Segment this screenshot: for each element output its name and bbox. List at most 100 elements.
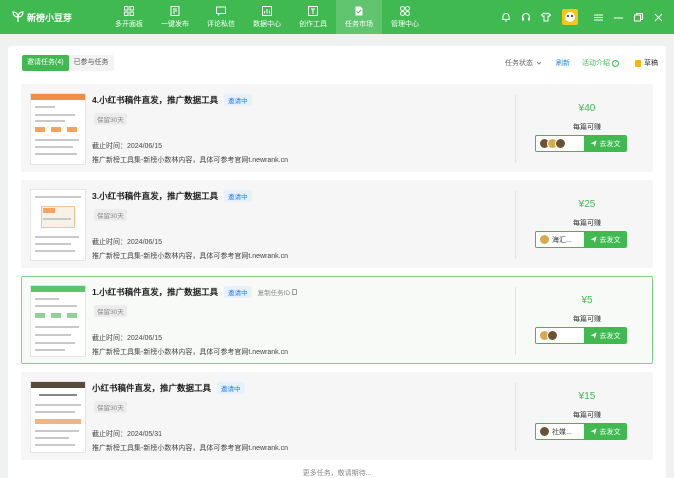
reward-label: 每篇可赚 [573,124,601,131]
headset-icon[interactable] [520,11,532,23]
account-selector[interactable] [536,136,584,151]
post-button[interactable]: 去发文 [584,424,626,439]
task-tabs: 邀请任务(4) 已参与任务 [22,55,114,71]
card-title-row: 小红书稿件直发，推广数据工具 邀请中 [92,382,245,394]
activity-intro-label: 活动介绍 [582,60,610,67]
sprout-icon [12,11,24,22]
task-card[interactable]: 1.小红书稿件直发，推广数据工具 邀请中 复制任务ID 保留30天 截止时间：2… [21,276,653,364]
nav-item-multi-panel[interactable]: 多开面板 [106,0,152,34]
thumb-block [35,127,45,132]
thumb-line [35,349,65,351]
task-title: 1.小红书稿件直发，推广数据工具 [92,287,219,297]
keep-days-tag: 保留30天 [94,401,127,413]
thumb-line [35,236,79,238]
message-icon [216,6,226,16]
chevron-down-icon [536,61,542,65]
account-name: 海汇... [552,236,572,244]
account-avatar [539,426,550,437]
thumb-line [35,404,81,406]
card-title-row: 1.小红书稿件直发，推广数据工具 邀请中 复制任务ID [92,286,298,298]
card-divider [515,95,516,163]
drafts-button[interactable]: 草稿 [635,58,658,68]
nav-item-management[interactable]: 管理中心 [382,0,428,34]
thumb-line [35,139,79,141]
status-badge: 邀请中 [224,94,252,106]
nav-item-task-market[interactable]: 任务市场 [336,0,382,34]
menu-icon[interactable] [588,0,608,34]
post-button[interactable]: 去发文 [584,232,626,247]
keep-days-tag: 保留30天 [94,209,127,221]
account-selector[interactable]: 海汇... [536,232,584,247]
card-title-row: 4.小红书稿件直发，推广数据工具 邀请中 [92,94,252,106]
toolbar-right: 任务状态 刷新 活动介绍 ? 草稿 [505,55,658,71]
task-title: 4.小红书稿件直发，推广数据工具 [92,95,219,105]
nav-label: 创作工具 [299,20,327,28]
thumb-line [35,305,77,307]
refresh-link[interactable]: 刷新 [556,58,570,68]
account-selector[interactable]: 社媒... [536,424,584,439]
nav-item-creation-tools[interactable]: 创作工具 [290,0,336,34]
status-badge: 邀请中 [224,190,252,202]
nav-item-data-center[interactable]: 数据中心 [244,0,290,34]
task-description: 推广新榜工具集-新榜小数林内容，具体可参考官网t.newrank.cn [92,157,289,164]
shirt-icon[interactable] [540,11,552,23]
task-card[interactable]: 小红书稿件直发，推广数据工具 邀请中 保留30天 截止时间：2024/05/31… [21,372,653,460]
tab-joined-tasks[interactable]: 已参与任务 [69,55,114,71]
thumb-line [35,114,75,116]
task-thumbnail [31,286,85,356]
account-avatar [555,138,566,149]
task-thumbnail [31,94,85,164]
activity-intro-link[interactable]: 活动介绍 ? [582,58,619,68]
nav-label: 多开面板 [115,20,143,28]
task-icon [355,6,363,15]
minimize-icon[interactable] [608,0,628,34]
reward-label: 每篇可赚 [573,220,601,227]
app-name: 新榜小豆芽 [27,12,73,23]
task-title: 3.小红书稿件直发，推广数据工具 [92,191,219,201]
reward-label: 每篇可赚 [573,316,601,323]
account-name: 社媒... [552,428,572,436]
thumb-block [51,313,61,318]
reward-amount: ¥15 [578,391,596,402]
nav-label: 管理中心 [391,20,419,28]
thumb-line [35,411,75,413]
task-description: 推广新榜工具集-新榜小数林内容，具体可参考官网t.newrank.cn [92,253,289,260]
thumb-block [35,313,45,318]
drafts-label: 草稿 [644,60,658,67]
thumb-line [35,146,73,148]
reward-label: 每篇可赚 [573,412,601,419]
thumb-line [35,106,55,108]
restore-icon[interactable] [628,0,648,34]
thumb-line [43,218,71,220]
thumb-line [35,437,69,439]
thumb-line [35,444,75,446]
nav-item-publish[interactable]: 一键发布 [152,0,198,34]
nav-item-comments[interactable]: 评论私信 [198,0,244,34]
thumb-line [35,243,71,245]
draft-icon [635,59,641,67]
bell-icon[interactable] [500,11,512,23]
avatar-face [565,12,575,22]
user-avatar[interactable] [562,9,578,25]
copy-task-id-label: 复制任务ID [257,290,291,297]
thumb-line [35,153,77,155]
card-title-row: 3.小红书稿件直发，推广数据工具 邀请中 [92,190,252,202]
copy-icon [292,289,298,295]
post-button[interactable]: 去发文 [584,328,626,343]
post-button[interactable]: 去发文 [584,136,626,151]
top-bar: 新榜小豆芽 多开面板 一键发布 评论私信 数据中心 创作工具 任务市场 管理中心 [0,0,674,34]
publish-icon [170,5,180,16]
copy-task-id-button[interactable]: 复制任务ID [258,287,298,297]
task-card[interactable]: 4.小红书稿件直发，推广数据工具 邀请中 保留30天 截止时间：2024/06/… [21,84,653,172]
tab-invited-tasks[interactable]: 邀请任务(4) [22,55,69,71]
close-icon[interactable] [648,0,668,34]
account-selector[interactable] [536,328,584,343]
reward-amount: ¥5 [581,295,593,306]
app-logo: 新榜小豆芽 [12,11,92,24]
task-card[interactable]: 3.小红书稿件直发，推广数据工具 邀请中 保留30天 截止时间：2024/06/… [21,180,653,268]
top-right-controls [496,0,674,34]
task-description: 推广新榜工具集-新榜小数林内容，具体可参考官网t.newrank.cn [92,349,289,356]
task-status-filter[interactable]: 任务状态 [505,58,542,68]
chart-icon [262,5,272,16]
thumb-block [67,313,77,318]
